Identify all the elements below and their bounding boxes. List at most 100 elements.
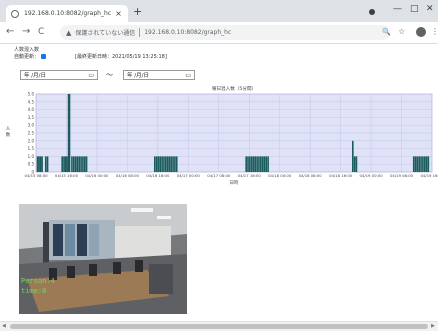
data-bar <box>76 156 79 172</box>
data-bar <box>175 156 178 172</box>
tab-title: 192.168.0.10:8082/graph_hc <box>24 10 112 17</box>
data-bar <box>161 156 163 172</box>
maximize-button[interactable]: □ <box>410 4 419 14</box>
data-bar <box>41 156 43 172</box>
data-bar <box>414 156 417 172</box>
data-bar <box>154 156 156 172</box>
calendar-icon[interactable]: ▭ <box>88 72 94 79</box>
data-bar <box>82 156 84 172</box>
start-date-input[interactable]: 年 /月/日 ▭ <box>20 70 98 80</box>
data-bar <box>157 156 160 172</box>
camera-overlay-time: time:0 <box>21 287 47 295</box>
data-bar <box>420 156 422 172</box>
x-tick-label: 04/19 00:00 <box>360 173 384 178</box>
x-tick-label: 04/16 16:00 <box>146 173 170 178</box>
y-tick-label: 4.5 <box>28 99 35 104</box>
data-bar <box>155 156 158 172</box>
x-tick-label: 04/15 08:00 <box>24 173 48 178</box>
people-count-chart: 曜日混入数（5分間）00.51.01.52.02.53.03.54.04.55.… <box>6 85 438 186</box>
data-bar <box>172 156 174 172</box>
data-bar <box>427 156 430 172</box>
data-bar <box>355 156 358 172</box>
calendar-icon[interactable]: ▭ <box>185 72 191 79</box>
y-tick-label: 4.0 <box>28 107 35 112</box>
data-bar <box>256 156 258 172</box>
omnibox-separator <box>139 28 141 37</box>
x-tick-label: 04/17 00:00 <box>177 173 201 178</box>
data-bar <box>418 156 421 172</box>
data-bar <box>64 156 67 172</box>
tab-close-button[interactable]: × <box>114 9 123 18</box>
y-axis-label: 人 <box>6 126 11 132</box>
data-bar <box>260 156 262 172</box>
reload-button[interactable]: C <box>38 26 44 38</box>
data-bar <box>412 156 415 172</box>
end-date-input[interactable]: 年 /月/日 ▭ <box>123 70 195 80</box>
menu-icon[interactable]: ⋮ <box>431 27 438 37</box>
x-tick-label: 04/19 08:00 <box>390 173 414 178</box>
data-bar <box>174 156 176 172</box>
data-bar <box>164 156 167 172</box>
people-count-label: 人数混入数 <box>14 47 40 53</box>
close-window-button[interactable]: ✕ <box>426 4 434 14</box>
camera-snapshot: Person:4 time:0 <box>19 204 187 314</box>
start-date-value: 年 /月/日 <box>24 73 46 79</box>
x-tick-label: 04/16 00:00 <box>85 173 109 178</box>
profile-indicator-icon[interactable] <box>369 9 375 15</box>
forward-button[interactable]: → <box>22 26 30 38</box>
data-bar <box>44 156 47 172</box>
data-bar <box>80 156 82 172</box>
auto-update-label: 自動更新： <box>14 54 40 60</box>
x-tick-label: 04/18 08:00 <box>299 173 323 178</box>
data-bar <box>71 156 73 172</box>
data-bar <box>72 156 75 172</box>
horizontal-scrollbar[interactable]: ◀ ▶ <box>0 321 438 331</box>
data-bar <box>263 156 266 172</box>
scroll-left-icon[interactable]: ◀ <box>2 323 6 329</box>
x-tick-label: 04/17 08:00 <box>207 173 231 178</box>
data-bar <box>85 156 88 172</box>
bookmark-star-icon[interactable]: ☆ <box>398 27 405 37</box>
data-bar <box>46 156 49 172</box>
data-bar <box>265 156 268 172</box>
security-status[interactable]: 保護されていない通信 <box>75 28 135 37</box>
x-tick-label: 04/19 16:00 <box>420 173 438 178</box>
x-axis-label: 日時 <box>230 180 239 186</box>
page-content: 人数混入数 自動更新： [最終更新日時：2021/05/19 13:25:18]… <box>0 44 438 321</box>
search-icon[interactable]: 🔍 <box>382 27 391 37</box>
url-text[interactable]: 192.168.0.10:8082/graph_hc <box>144 29 231 36</box>
data-bar <box>74 156 77 172</box>
warning-icon[interactable]: ▲ <box>66 29 71 37</box>
x-tick-label: 04/18 00:00 <box>268 173 292 178</box>
data-bar <box>168 156 171 172</box>
scrollbar-thumb[interactable] <box>10 324 428 329</box>
auto-update-row: 自動更新： <box>14 53 47 60</box>
data-bar <box>250 156 253 172</box>
data-bar <box>416 156 419 172</box>
browser-tab[interactable]: 192.168.0.10:8082/graph_hc × <box>6 5 128 22</box>
x-tick-label: 04/15 16:00 <box>55 173 79 178</box>
back-button[interactable]: ← <box>6 26 14 38</box>
chart-title: 曜日混入数（5分間） <box>212 85 256 92</box>
data-bar <box>63 156 65 172</box>
address-bar[interactable]: ▲ 保護されていない通信 192.168.0.10:8082/graph_hc <box>60 25 390 40</box>
data-bar <box>352 140 354 172</box>
account-icon[interactable] <box>416 27 426 37</box>
data-bar <box>36 156 39 172</box>
scroll-right-icon[interactable]: ▶ <box>431 323 435 329</box>
data-bar <box>353 156 356 172</box>
minimize-button[interactable]: — <box>393 4 402 14</box>
y-tick-label: 2.0 <box>28 138 35 143</box>
range-separator: 〜 <box>106 71 113 79</box>
new-tab-button[interactable]: + <box>133 6 142 18</box>
browser-toolbar: ← → C ▲ 保護されていない通信 192.168.0.10:8082/gra… <box>0 22 438 44</box>
last-update-text: [最終更新日時：2021/05/19 13:25:18] <box>75 54 167 60</box>
auto-update-checkbox[interactable] <box>41 54 47 59</box>
y-tick-label: 2.5 <box>28 131 35 136</box>
data-bar <box>170 156 173 172</box>
y-tick-label: 1.0 <box>28 154 35 159</box>
y-tick-label: 3.0 <box>28 123 35 128</box>
x-tick-label: 04/17 16:00 <box>238 173 262 178</box>
data-bar <box>247 156 249 172</box>
data-bar <box>254 156 257 172</box>
